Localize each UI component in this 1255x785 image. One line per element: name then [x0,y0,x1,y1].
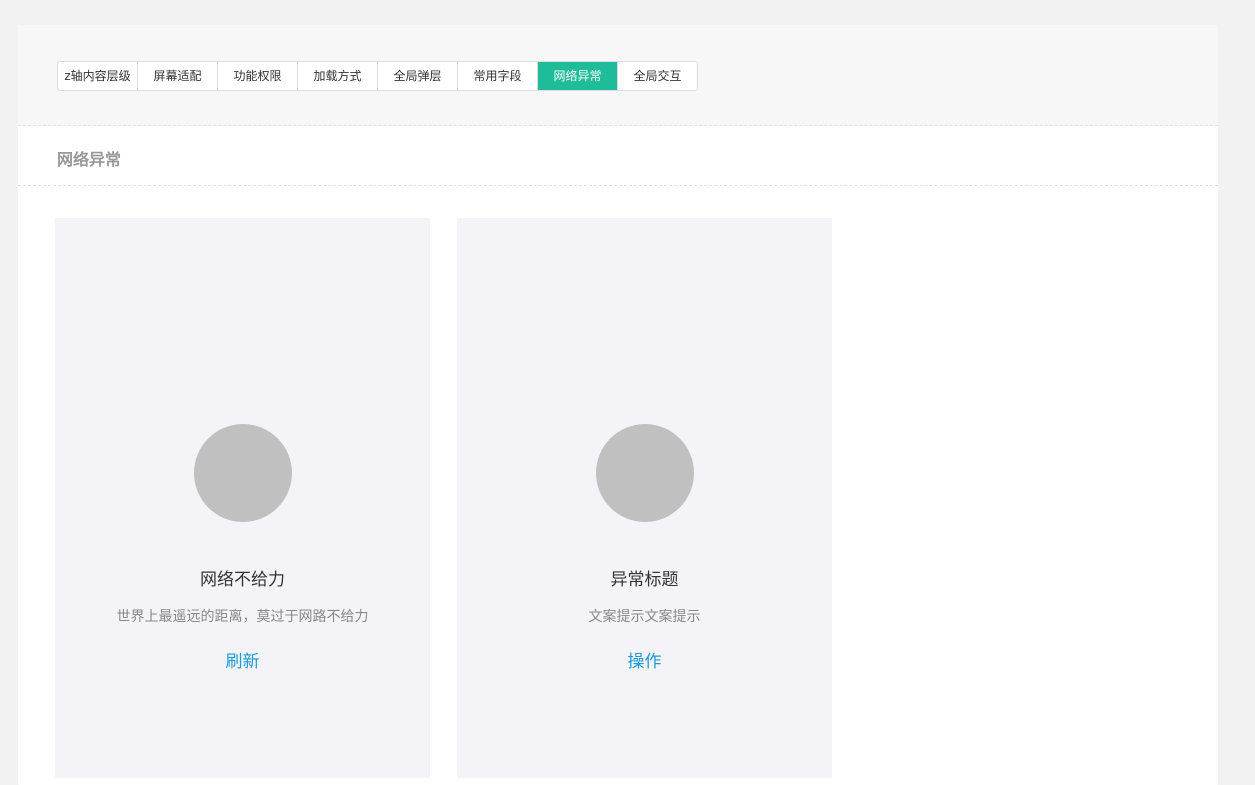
tab-common-fields[interactable]: 常用字段 [458,62,538,90]
card-description: 世界上最遥远的距离，莫过于网路不给力 [116,609,369,625]
refresh-link[interactable]: 刷新 [226,652,260,672]
tab-bar: z轴内容层级 屏幕适配 功能权限 加载方式 全局弹层 常用字段 网络异常 全局交… [57,61,698,91]
operate-link[interactable]: 操作 [628,652,662,672]
card-action-wrapper: 刷新 [55,647,430,672]
exception-card: 异常标题 文案提示文案提示 操作 [457,218,832,778]
main-panel: z轴内容层级 屏幕适配 功能权限 加载方式 全局弹层 常用字段 网络异常 全局交… [18,25,1218,785]
card-title: 网络不给力 [200,570,285,590]
tab-loading-method[interactable]: 加载方式 [298,62,378,90]
placeholder-circle-icon [194,424,292,522]
tab-screen-adaptation[interactable]: 屏幕适配 [138,62,218,90]
tab-header: z轴内容层级 屏幕适配 功能权限 加载方式 全局弹层 常用字段 网络异常 全局交… [18,25,1218,126]
section-header: 网络异常 [18,126,1218,186]
tab-network-error[interactable]: 网络异常 [538,62,618,90]
tab-global-interaction[interactable]: 全局交互 [618,62,697,90]
card-description: 文案提示文案提示 [588,609,701,625]
tab-function-permission[interactable]: 功能权限 [218,62,298,90]
card-title: 异常标题 [610,570,679,590]
placeholder-circle-icon [596,424,694,522]
tab-z-axis-level[interactable]: z轴内容层级 [58,62,138,90]
tab-global-popup[interactable]: 全局弹层 [378,62,458,90]
section-title: 网络异常 [57,150,122,169]
network-error-card: 网络不给力 世界上最遥远的距离，莫过于网路不给力 刷新 [55,218,430,778]
card-action-wrapper: 操作 [457,647,832,672]
